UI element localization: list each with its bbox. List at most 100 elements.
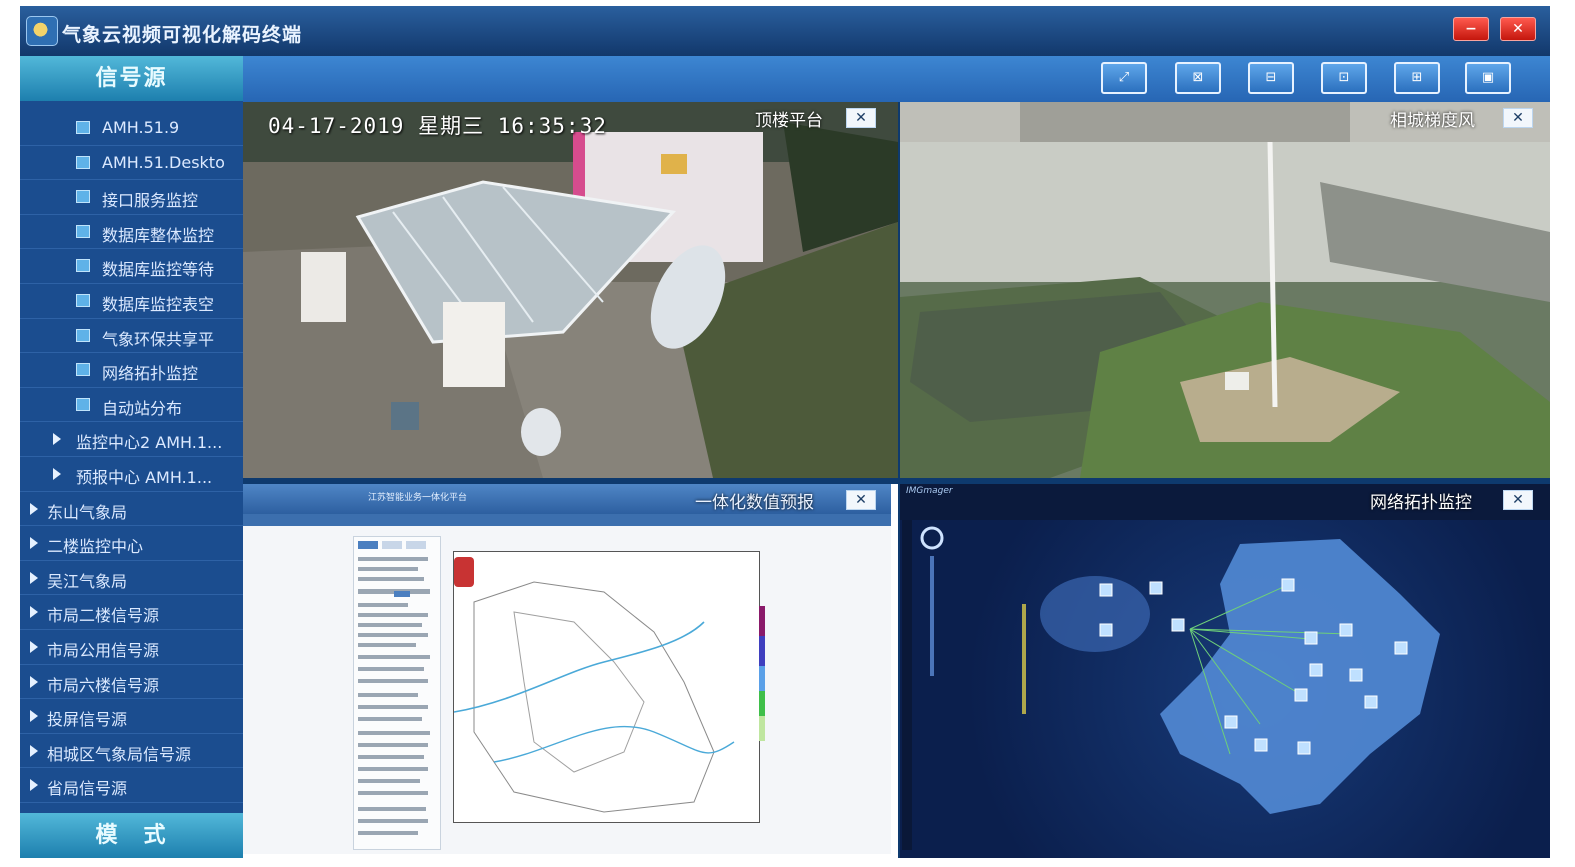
sidebar-item-leaf[interactable]: AMH.51.9	[20, 111, 243, 146]
video-source-icon[interactable]	[76, 224, 90, 238]
aerial-camera-image	[900, 102, 1550, 478]
video-source-icon[interactable]	[76, 190, 90, 204]
video-source-icon[interactable]	[76, 293, 90, 307]
panel-title-xiangcheng: 相城梯度风	[1390, 111, 1475, 131]
decoder-window: 气象云视频可视化解码终端 − ✕ 信号源 AMH.51.9 AMH.51.Desk…	[20, 6, 1550, 858]
sidebar-item-sub[interactable]: 监控中心2 AMH.1...	[20, 422, 243, 457]
sidebar-item-leaf[interactable]: 数据库整体监控	[20, 215, 243, 250]
sidebar-item-label: 市局六楼信号源	[47, 675, 160, 695]
close-window-button[interactable]: ✕	[1500, 17, 1536, 41]
video-source-icon[interactable]	[76, 155, 90, 169]
app-panel-forecast[interactable]: 江苏智能业务一体化平台 一体化数值预报 ✕	[243, 484, 898, 858]
sidebar-header: 信号源	[20, 56, 243, 101]
save-layout-button[interactable]: ▣	[1465, 62, 1511, 94]
expand-arrow-icon[interactable]	[30, 744, 38, 757]
jiangsu-region-map	[453, 552, 759, 822]
expand-arrow-icon[interactable]	[30, 675, 38, 688]
sidebar-item-group[interactable]: 东山气象局	[20, 492, 243, 527]
sidebar-item-group[interactable]: 二楼监控中心	[20, 526, 243, 561]
close-panel-forecast-button[interactable]: ✕	[846, 490, 876, 510]
split-icon: ⊟	[1265, 70, 1277, 85]
sidebar-item-label: AMH.51.9	[102, 118, 180, 137]
sidebar-item-label: 市局二楼信号源	[47, 606, 160, 626]
center-layout-button[interactable]: ⊡	[1321, 62, 1367, 94]
sidebar-item-label: 预报中心 AMH.1...	[76, 467, 213, 487]
sidebar-item-leaf[interactable]: 自动站分布	[20, 388, 243, 423]
minimize-button[interactable]: −	[1453, 17, 1489, 41]
rooftop-camera-image	[243, 102, 898, 478]
expand-arrow-icon[interactable]	[30, 779, 38, 792]
close-panel-xiangcheng-button[interactable]: ✕	[1503, 108, 1533, 128]
forecast-parameter-list	[358, 541, 430, 835]
sidebar-item-label: 网络拓扑监控	[102, 364, 199, 384]
video-panel-xiangcheng[interactable]: 相城梯度风 ✕	[900, 102, 1550, 478]
forecast-color-legend	[759, 606, 765, 741]
expand-arrow-icon[interactable]	[30, 571, 38, 584]
close-windows-icon: ⊠	[1192, 70, 1204, 85]
signal-source-sidebar: 信号源 AMH.51.9 AMH.51.Deskto 接口服务监控 数据库整体监控 数据…	[20, 56, 243, 858]
expand-arrow-icon[interactable]	[53, 433, 61, 446]
video-source-icon[interactable]	[76, 121, 90, 134]
save-icon: ▣	[1481, 70, 1495, 85]
signal-source-tree: AMH.51.9 AMH.51.Deskto 接口服务监控 数据库整体监控数据库监控等…	[20, 111, 243, 838]
sidebar-item-label: 监控中心2 AMH.1...	[76, 433, 223, 453]
expand-icon: ⤢	[1118, 70, 1130, 85]
sidebar-item-group[interactable]: 市局六楼信号源	[20, 665, 243, 700]
video-source-icon[interactable]	[76, 363, 90, 377]
sidebar-item-group[interactable]: 投屏信号源	[20, 699, 243, 734]
forecast-app-title: 江苏智能业务一体化平台	[368, 493, 468, 503]
center-icon: ⊡	[1338, 70, 1350, 85]
expand-arrow-icon[interactable]	[30, 640, 38, 653]
sidebar-item-sub[interactable]: 预报中心 AMH.1...	[20, 457, 243, 492]
title-bar: 气象云视频可视化解码终端 − ✕	[20, 6, 1550, 56]
sidebar-item-leaf[interactable]: 网络拓扑监控	[20, 353, 243, 388]
close-panel-rooftop-button[interactable]: ✕	[846, 108, 876, 128]
expand-arrow-icon[interactable]	[30, 537, 38, 550]
forecast-app-body	[243, 526, 891, 854]
sidebar-item-leaf[interactable]: AMH.51.Deskto	[20, 146, 243, 181]
expand-arrow-icon[interactable]	[30, 502, 38, 515]
sidebar-item-leaf[interactable]: 数据库监控表空	[20, 284, 243, 319]
sidebar-item-label: 自动站分布	[102, 398, 183, 418]
expand-arrow-icon[interactable]	[53, 467, 61, 480]
video-source-icon[interactable]	[76, 259, 90, 273]
sidebar-item-label: 数据库整体监控	[102, 225, 215, 245]
sidebar-item-leaf[interactable]: 气象环保共享平	[20, 319, 243, 354]
expand-arrow-icon[interactable]	[30, 710, 38, 723]
sidebar-item-label: 市局公用信号源	[47, 640, 160, 660]
sidebar-item-label: 接口服务监控	[102, 191, 199, 211]
forecast-map	[453, 551, 760, 823]
sidebar-item-label: 二楼监控中心	[47, 537, 144, 557]
sidebar-item-label: 东山气象局	[47, 502, 128, 522]
network-topology-map	[902, 520, 1440, 850]
sidebar-item-label: 省局信号源	[47, 779, 128, 799]
fullscreen-layout-button[interactable]: ⤢	[1101, 62, 1147, 94]
sidebar-item-group[interactable]: 相城区气象局信号源	[20, 734, 243, 769]
close-all-button[interactable]: ⊠	[1175, 62, 1221, 94]
video-source-icon[interactable]	[76, 397, 90, 411]
sidebar-item-label: 数据库监控表空	[102, 294, 215, 314]
sidebar-item-label: 投屏信号源	[47, 710, 128, 730]
camera-timestamp-overlay: 04-17-2019 星期三 16:35:32	[268, 114, 607, 138]
sidebar-item-group[interactable]: 市局公用信号源	[20, 630, 243, 665]
sidebar-item-group[interactable]: 市局二楼信号源	[20, 595, 243, 630]
app-panel-topology[interactable]: IMGmager 网络拓扑监控 ✕	[900, 484, 1550, 858]
video-source-icon[interactable]	[76, 328, 90, 342]
sidebar-item-label: 相城区气象局信号源	[47, 744, 192, 764]
split-2-button[interactable]: ⊟	[1248, 62, 1294, 94]
app-title: 气象云视频可视化解码终端	[62, 24, 303, 46]
video-panel-rooftop[interactable]: 04-17-2019 星期三 16:35:32 顶楼平台 ✕	[243, 102, 898, 478]
sidebar-item-label: 吴江气象局	[47, 571, 128, 591]
sidebar-item-label: AMH.51.Deskto	[102, 152, 225, 172]
app-logo-icon	[26, 16, 58, 46]
close-panel-topology-button[interactable]: ✕	[1503, 490, 1533, 510]
sidebar-item-group[interactable]: 省局信号源	[20, 768, 243, 803]
grid-layout-button[interactable]: ⊞	[1394, 62, 1440, 94]
sidebar-item-leaf[interactable]: 数据库监控等待	[20, 249, 243, 284]
panel-title-rooftop: 顶楼平台	[755, 111, 823, 131]
sidebar-item-group[interactable]: 吴江气象局	[20, 561, 243, 596]
mode-section-header[interactable]: 模 式	[20, 813, 243, 858]
forecast-parameter-sidebar	[353, 536, 441, 850]
sidebar-item-leaf[interactable]: 接口服务监控	[20, 180, 243, 215]
expand-arrow-icon[interactable]	[30, 606, 38, 619]
